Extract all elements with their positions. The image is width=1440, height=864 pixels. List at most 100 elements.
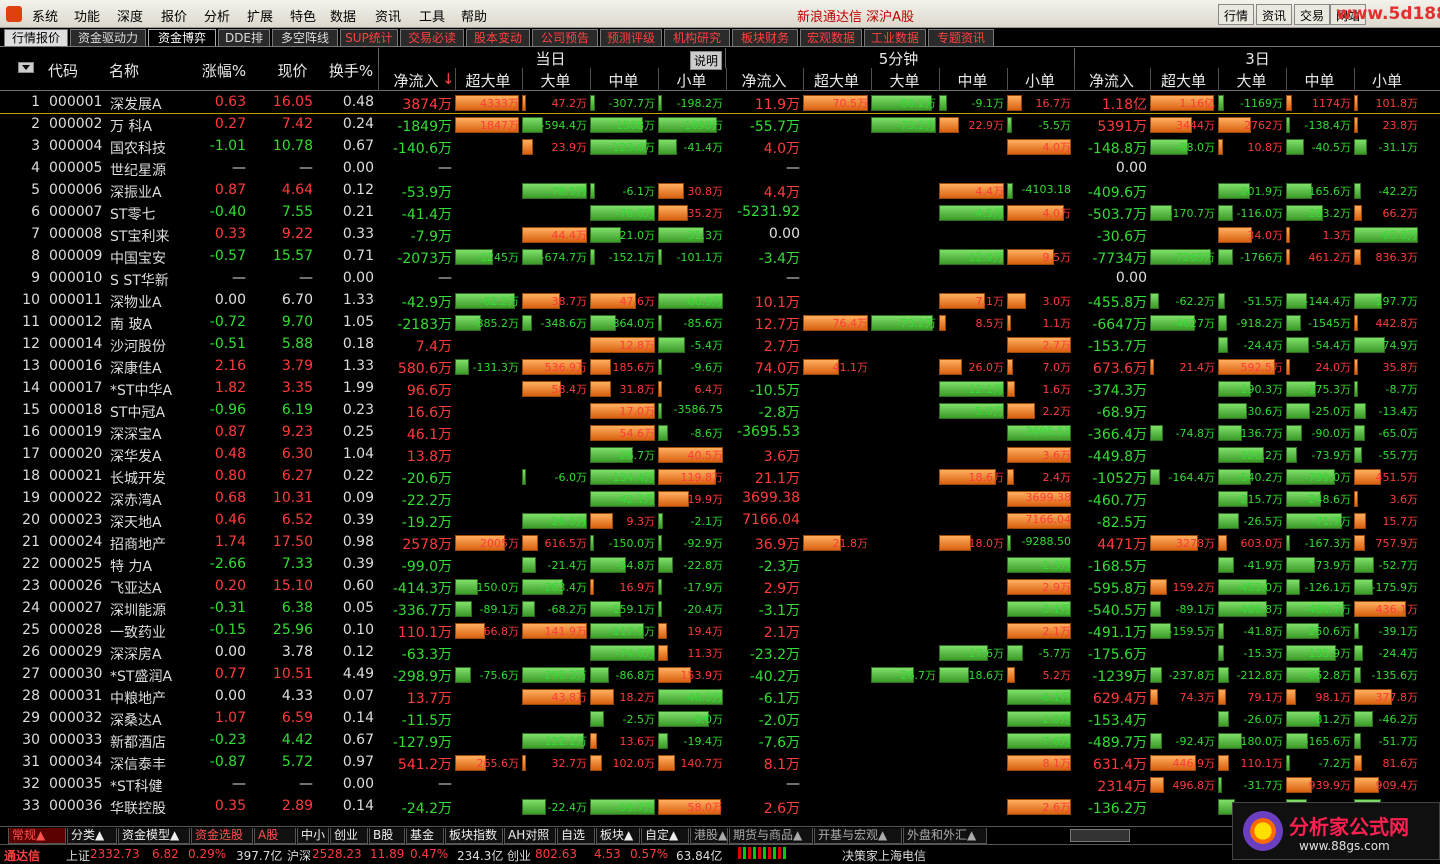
table-row[interactable]: 3 000004 国农科技 -1.01 10.78 0.67 -140.6万 23.9万 -12… [0, 136, 1440, 158]
menu-quote[interactable]: 报价 [161, 6, 187, 25]
table-row[interactable]: 5 000006 深振业A 0.87 4.64 0.12 -53.9万 -78.5万 -6.1万… [0, 180, 1440, 202]
table-row[interactable]: 30 000033 新都酒店 -0.23 4.42 0.67 -127.9万 -122.1万 1… [0, 730, 1440, 752]
table-row[interactable]: 32 000035 *ST科健 — — 0.00 — — 2314万 496.8万 -31.7万 93… [0, 774, 1440, 796]
bottom-tab-15[interactable]: 期货与商品▲ [729, 828, 813, 844]
trade-button[interactable]: 交易 [1294, 4, 1331, 25]
subcol-11[interactable]: 超大单 [1150, 70, 1217, 91]
table-row[interactable]: 24 000027 深圳能源 -0.31 6.38 0.05 -336.7万 -89.1万 -6… [0, 598, 1440, 620]
table-row[interactable]: 22 000025 特 力A -2.66 7.33 0.39 -99.0万 -21.4万 -54… [0, 554, 1440, 576]
table-row[interactable]: 28 000031 中粮地产 0.00 4.33 0.07 13.7万 43.8万 18.2万 -… [0, 686, 1440, 708]
tab-2[interactable]: 资金博弈 [148, 29, 216, 46]
subcol-8[interactable]: 中单 [939, 70, 1006, 91]
bottom-tab-9[interactable]: 板块指数 [445, 828, 503, 844]
subcol-2[interactable]: 大单 [522, 70, 589, 91]
explain-button[interactable]: 说明 [690, 51, 723, 70]
bottom-tab-2[interactable]: 资金模型▲ [118, 828, 190, 844]
table-row[interactable]: 6 000007 ST零七 -0.40 7.55 0.21 -41.4万 -76.6万 35.2… [0, 202, 1440, 224]
menu-data[interactable]: 数据 [330, 6, 356, 25]
table-row[interactable]: 18 000021 长城开发 0.80 6.27 0.22 -20.6万 -6.0万 -134.… [0, 466, 1440, 488]
table-row[interactable]: 23 000026 飞亚达A 0.20 15.10 0.60 -414.3万 -150.0万 -… [0, 576, 1440, 598]
col-change[interactable]: 涨幅% [198, 60, 250, 81]
bottom-tab-14[interactable]: 港股▲ [690, 828, 728, 844]
bottom-tab-1[interactable]: 分类▲ [67, 828, 117, 844]
subcol-3[interactable]: 中单 [590, 70, 657, 91]
sort-menu-icon[interactable] [18, 62, 34, 73]
table-row[interactable]: 2 000002 万 科A 0.27 7.42 0.24 -1849万 1847万 -594.4… [0, 114, 1440, 136]
table-row[interactable]: 21 000024 招商地产 1.74 17.50 0.98 2578万 2005万 616.5… [0, 532, 1440, 554]
tab-14[interactable]: 专题资讯 [928, 29, 994, 46]
menu-tools[interactable]: 工具 [419, 6, 445, 25]
table-row[interactable]: 14 000017 *ST中华A 1.82 3.35 1.99 96.6万 58.4万 31.8… [0, 378, 1440, 400]
tab-8[interactable]: 公司预告 [532, 29, 598, 46]
subcol-12[interactable]: 大单 [1218, 70, 1285, 91]
tab-1[interactable]: 资金驱动力 [70, 29, 146, 46]
bottom-tab-3[interactable]: 资金选股 [191, 828, 253, 844]
menu-function[interactable]: 功能 [74, 6, 100, 25]
subcol-6[interactable]: 超大单 [803, 70, 870, 91]
menu-analysis[interactable]: 分析 [204, 6, 230, 25]
menu-news[interactable]: 资讯 [375, 6, 401, 25]
subcol-9[interactable]: 小单 [1007, 70, 1073, 91]
tab-9[interactable]: 预测评级 [600, 29, 662, 46]
horizontal-scrollbar[interactable] [1070, 829, 1130, 842]
col-name[interactable]: 名称 [109, 60, 159, 81]
news-button[interactable]: 资讯 [1256, 4, 1293, 25]
bottom-tab-7[interactable]: B股 [369, 828, 405, 844]
menu-special[interactable]: 特色 [290, 6, 316, 25]
table-row[interactable]: 27 000030 *ST盛润A 0.77 10.51 4.49 -298.9万 -75.6万… [0, 664, 1440, 686]
bottom-tab-0[interactable]: 常规▲ [8, 828, 66, 844]
table-row[interactable]: 20 000023 深天地A 0.46 6.52 0.39 -19.2万 -26.5万 9.3万… [0, 510, 1440, 532]
bottom-tab-12[interactable]: 板块▲ [596, 828, 640, 844]
menu-extend[interactable]: 扩展 [247, 6, 273, 25]
table-row[interactable]: 7 000008 ST宝利来 0.33 9.22 0.33 -7.9万 44.4万 -21.0万… [0, 224, 1440, 246]
tab-5[interactable]: SUP统计 [340, 29, 398, 46]
tab-6[interactable]: 交易必读 [400, 29, 464, 46]
table-row[interactable]: 1 000001 深发展A 0.63 16.05 0.48 3874万 4333万 47.2万 -… [0, 92, 1440, 114]
bottom-tab-17[interactable]: 外盘和外汇▲ [903, 828, 987, 844]
subcol-5[interactable]: 净流入 [726, 70, 802, 91]
quote-button[interactable]: 行情 [1218, 4, 1255, 25]
bottom-tab-6[interactable]: 创业 [330, 828, 368, 844]
table-row[interactable]: 15 000018 ST中冠A -0.96 6.19 0.23 16.6万 17.0万 -358… [0, 400, 1440, 422]
bottom-tab-4[interactable]: A股 [254, 828, 296, 844]
tab-13[interactable]: 工业数据 [864, 29, 926, 46]
table-row[interactable]: 31 000034 深信泰丰 -0.87 5.72 0.97 541.2万 265.6万 32.… [0, 752, 1440, 774]
subcol-13[interactable]: 中单 [1286, 70, 1353, 91]
bottom-tab-5[interactable]: 中小 [297, 828, 329, 844]
tab-3[interactable]: DDE排名 [218, 29, 270, 61]
tab-12[interactable]: 宏观数据 [800, 29, 862, 46]
bottom-tab-8[interactable]: 基金 [406, 828, 444, 844]
table-row[interactable]: 16 000019 深深宝A 0.87 9.23 0.25 46.1万 54.6万 -8.6万 -… [0, 422, 1440, 444]
table-row[interactable]: 26 000029 深深房A 0.00 3.78 0.12 -63.3万 -74.6万 11.3… [0, 642, 1440, 664]
table-row[interactable]: 4 000005 世纪星源 — — 0.00 — — 0.00 [0, 158, 1440, 180]
col-turnover[interactable]: 换手% [326, 60, 376, 81]
bottom-tab-16[interactable]: 开基与宏观▲ [814, 828, 902, 844]
subcol-4[interactable]: 小单 [658, 70, 725, 91]
col-price[interactable]: 现价 [270, 60, 315, 81]
bottom-tab-13[interactable]: 自定▲ [641, 828, 689, 844]
table-row[interactable]: 8 000009 中国宝安 -0.57 15.57 0.71 -2073万 -1245万 -67… [0, 246, 1440, 268]
tab-11[interactable]: 板块财务 [732, 29, 798, 46]
table-row[interactable]: 9 000010 S ST华新 — — 0.00 — — 0.00 [0, 268, 1440, 290]
tab-10[interactable]: 机构研究 [664, 29, 730, 46]
subcol-14[interactable]: 小单 [1354, 70, 1420, 91]
menu-help[interactable]: 帮助 [461, 6, 487, 25]
menu-system[interactable]: 系统 [32, 6, 58, 25]
table-row[interactable]: 13 000016 深康佳A 2.16 3.79 1.33 580.6万 -131.3万 536… [0, 356, 1440, 378]
col-code[interactable]: 代码 [48, 60, 88, 81]
tab-7[interactable]: 股本变动 [466, 29, 530, 46]
table-row[interactable]: 19 000022 深赤湾A 0.68 10.31 0.09 -22.2万 -42.1万 19.… [0, 488, 1440, 510]
table-row[interactable]: 12 000014 沙河股份 -0.51 5.88 0.18 7.4万 12.8万 -5.4万 2… [0, 334, 1440, 356]
subcol-10[interactable]: 净流入 [1074, 70, 1149, 91]
table-row[interactable]: 10 000011 深物业A 0.00 6.70 1.33 -42.9万 -62.2万 38.7… [0, 290, 1440, 312]
table-row[interactable]: 17 000020 深华发A 0.48 6.30 1.04 13.8万 -26.7万 40.5万… [0, 444, 1440, 466]
subcol-7[interactable]: 大单 [871, 70, 938, 91]
menu-depth[interactable]: 深度 [117, 6, 143, 25]
table-row[interactable]: 33 000036 华联控股 0.35 2.89 0.14 -24.2万 -22.4万 -59.… [0, 796, 1440, 818]
bottom-tab-10[interactable]: AH对照 [504, 828, 556, 844]
tab-0[interactable]: 行情报价 [4, 29, 68, 46]
tab-4[interactable]: 多空阵线 [272, 29, 338, 46]
subcol-1[interactable]: 超大单 [455, 70, 521, 91]
table-row[interactable]: 11 000012 南 玻A -0.72 9.70 1.05 -2183万 -885.2万 -3… [0, 312, 1440, 334]
bottom-tab-11[interactable]: 自选 [557, 828, 595, 844]
